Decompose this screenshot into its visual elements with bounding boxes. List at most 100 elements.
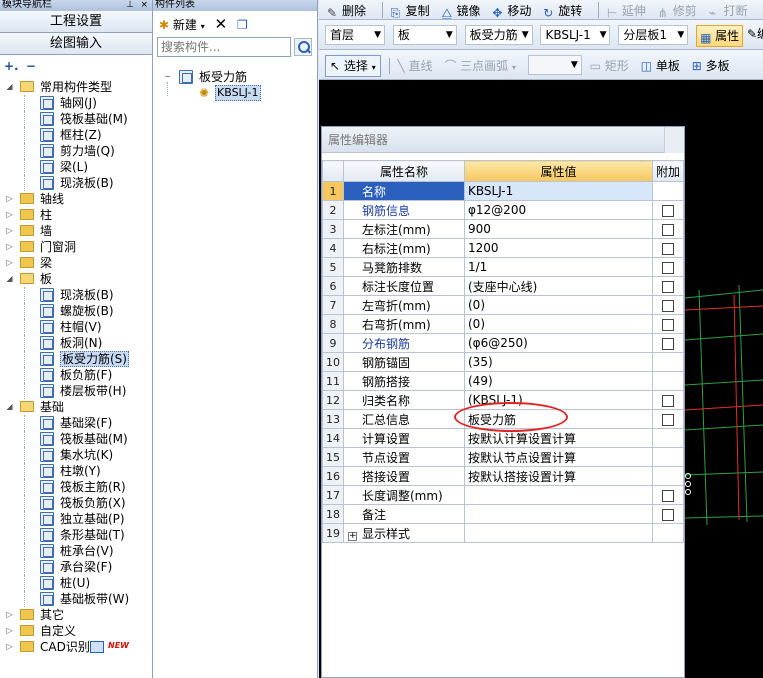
- extra-checkbox[interactable]: [662, 223, 674, 236]
- copy-button[interactable]: ⎘ 复制: [391, 2, 430, 20]
- extra-checkbox[interactable]: [662, 204, 674, 217]
- nav-category[interactable]: ▷ 自定义: [0, 623, 152, 639]
- extra-checkbox[interactable]: [662, 508, 674, 521]
- nav-item[interactable]: 楼层板带(H): [0, 383, 152, 399]
- expanded-icon[interactable]: ◢: [5, 83, 14, 92]
- copy-component-icon[interactable]: ❐: [237, 16, 248, 34]
- property-row[interactable]: 11 钢筋搭接 (49): [322, 371, 684, 391]
- layer-select[interactable]: 分层板1 ▼: [618, 25, 689, 45]
- property-row[interactable]: 12 归类名称 (KBSLJ-1): [322, 390, 684, 410]
- edit-button[interactable]: ✎编: [747, 25, 763, 43]
- property-row[interactable]: 6 标注长度位置 (支座中心线): [322, 276, 684, 296]
- nav-category[interactable]: ▷ 轴线: [0, 191, 152, 207]
- nav-category[interactable]: ▷ 门窗洞: [0, 239, 152, 255]
- extra-checkbox[interactable]: [662, 318, 674, 331]
- expand-all-icon[interactable]: +.: [4, 59, 19, 73]
- nav-category[interactable]: ◢ 常用构件类型: [0, 79, 152, 95]
- collapse-icon[interactable]: −: [163, 73, 172, 82]
- expanded-icon[interactable]: ◢: [5, 275, 14, 284]
- nav-item[interactable]: 梁(L): [0, 159, 152, 175]
- nav-category[interactable]: ◢ 板: [0, 271, 152, 287]
- subtype-select[interactable]: 板受力筋 ▼: [464, 25, 533, 45]
- nav-category[interactable]: ▷ 其它: [0, 607, 152, 623]
- nav-item[interactable]: 板洞(N): [0, 335, 152, 351]
- multi-board-button[interactable]: ⊞ 多板: [692, 57, 730, 75]
- property-row[interactable]: 16 搭接设置 按默认搭接设置计算: [322, 466, 684, 486]
- property-value[interactable]: (35): [464, 352, 653, 372]
- select-button[interactable]: ↖ 选择 ▾: [325, 55, 381, 77]
- property-value[interactable]: 板受力筋: [464, 409, 653, 429]
- nav-item[interactable]: 筏板主筋(R): [0, 479, 152, 495]
- property-row[interactable]: 5 马凳筋排数 1/1: [322, 257, 684, 277]
- close-icon[interactable]: ×: [140, 0, 148, 10]
- nav-item[interactable]: 筏板基础(M): [0, 111, 152, 127]
- property-row[interactable]: 15 节点设置 按默认节点设置计算: [322, 447, 684, 467]
- drawing-input-button[interactable]: 绘图输入: [0, 33, 152, 55]
- delete-button[interactable]: ✎ 删除: [327, 2, 366, 20]
- nav-item[interactable]: 剪力墙(Q): [0, 143, 152, 159]
- property-row[interactable]: 9 分布钢筋 (φ6@250): [322, 333, 684, 353]
- new-component-button[interactable]: ✱ 新建 ▾: [159, 16, 205, 34]
- collapsed-icon[interactable]: ▷: [5, 643, 14, 652]
- property-value[interactable]: (KBSLJ-1): [464, 390, 653, 410]
- nav-category[interactable]: ▷ 柱: [0, 207, 152, 223]
- nav-category[interactable]: ▷ 梁: [0, 255, 152, 271]
- nav-item[interactable]: 独立基础(P): [0, 511, 152, 527]
- property-value[interactable]: (49): [464, 371, 653, 391]
- expanded-icon[interactable]: ◢: [5, 403, 14, 412]
- nav-item[interactable]: 桩承台(V): [0, 543, 152, 559]
- collapsed-icon[interactable]: ▷: [5, 243, 14, 252]
- collapsed-icon[interactable]: ▷: [5, 259, 14, 268]
- type-select[interactable]: 板 ▼: [392, 25, 457, 45]
- rect-button[interactable]: ▭ 矩形: [590, 57, 629, 75]
- extra-checkbox[interactable]: [662, 299, 674, 312]
- single-board-button[interactable]: ◫ 单板: [641, 57, 680, 75]
- property-row[interactable]: 4 右标注(mm) 1200: [322, 238, 684, 258]
- property-value[interactable]: 900: [464, 219, 653, 239]
- collapsed-icon[interactable]: ▷: [5, 211, 14, 220]
- nav-category[interactable]: ▷ CAD识别 NEW: [0, 639, 152, 655]
- extend-button[interactable]: ⊢ 延伸: [607, 2, 646, 20]
- property-value[interactable]: [464, 485, 653, 505]
- property-row[interactable]: 3 左标注(mm) 900: [322, 219, 684, 239]
- nav-item[interactable]: 现浇板(B): [0, 287, 152, 303]
- nav-item[interactable]: 筏板负筋(X): [0, 495, 152, 511]
- property-button[interactable]: ▦ 属性: [696, 25, 744, 47]
- property-row[interactable]: 10 钢筋锚固 (35): [322, 352, 684, 372]
- nav-item[interactable]: 板受力筋(S): [0, 351, 152, 367]
- nav-item[interactable]: 柱帽(V): [0, 319, 152, 335]
- nav-item[interactable]: 板负筋(F): [0, 367, 152, 383]
- extra-checkbox[interactable]: [662, 242, 674, 255]
- property-row[interactable]: 18 备注: [322, 504, 684, 524]
- property-value[interactable]: (支座中心线): [464, 276, 653, 296]
- collapsed-icon[interactable]: ▷: [5, 195, 14, 204]
- property-row[interactable]: 7 左弯折(mm) (0): [322, 295, 684, 315]
- trim-button[interactable]: ⋔ 修剪: [658, 2, 697, 20]
- collapsed-icon[interactable]: ▷: [5, 627, 14, 636]
- nav-item[interactable]: 条形基础(T): [0, 527, 152, 543]
- nav-item[interactable]: 基础梁(F): [0, 415, 152, 431]
- collapsed-icon[interactable]: ▷: [5, 611, 14, 620]
- component-select[interactable]: KBSLJ-1 ▼: [540, 25, 611, 45]
- property-value[interactable]: 按默认计算设置计算: [464, 428, 653, 448]
- extra-checkbox[interactable]: [662, 394, 674, 407]
- extra-checkbox[interactable]: [662, 489, 674, 502]
- nav-item[interactable]: 柱墩(Y): [0, 463, 152, 479]
- arc-button[interactable]: ⌒ 三点画弧 ▾: [444, 57, 516, 75]
- delete-component-icon[interactable]: ✕: [215, 15, 228, 33]
- property-row[interactable]: 1 名称 KBSLJ-1: [322, 181, 684, 201]
- engineering-settings-button[interactable]: 工程设置: [0, 11, 152, 33]
- search-icon[interactable]: [294, 38, 312, 56]
- nav-item[interactable]: 筏板基础(M): [0, 431, 152, 447]
- nav-item[interactable]: 框柱(Z): [0, 127, 152, 143]
- property-value[interactable]: (0): [464, 295, 653, 315]
- property-row[interactable]: 14 计算设置 按默认计算设置计算: [322, 428, 684, 448]
- property-value[interactable]: 1200: [464, 238, 653, 258]
- property-value[interactable]: (φ6@250): [464, 333, 653, 353]
- move-button[interactable]: ✥ 移动: [492, 2, 531, 20]
- nav-item[interactable]: 桩(U): [0, 575, 152, 591]
- extra-checkbox[interactable]: [662, 261, 674, 274]
- extra-checkbox[interactable]: [662, 337, 674, 350]
- property-row[interactable]: 13 汇总信息 板受力筋: [322, 409, 684, 429]
- break-button[interactable]: ⌁ 打断: [709, 2, 748, 20]
